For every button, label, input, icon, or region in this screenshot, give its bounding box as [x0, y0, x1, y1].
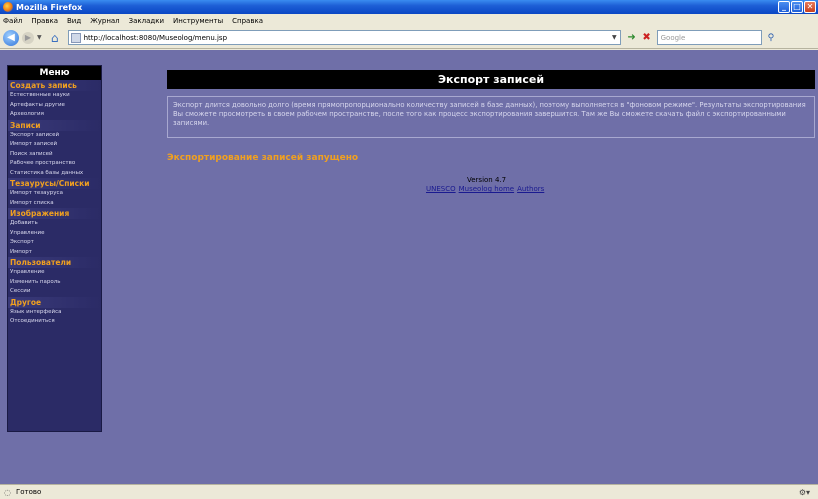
menu-tools[interactable]: Инструменты: [173, 17, 223, 25]
history-dropdown-icon[interactable]: ▼: [37, 34, 42, 41]
sidebar-group-records: Записи: [8, 119, 101, 131]
sidebar-item-change-password[interactable]: Изменить пароль: [8, 278, 101, 288]
sidebar-group-images: Изображения: [8, 208, 101, 219]
menu-help[interactable]: Справка: [232, 17, 263, 25]
go-arrow-icon[interactable]: ➜: [625, 31, 639, 45]
minimize-button[interactable]: _: [778, 1, 790, 13]
search-icon[interactable]: ⚲: [768, 33, 775, 43]
maximize-button[interactable]: □: [791, 1, 803, 13]
sidebar-item-manage-users[interactable]: Управление: [8, 268, 101, 278]
sidebar-item-import-records[interactable]: Импорт записей: [8, 140, 101, 150]
sidebar-group-other: Другое: [8, 296, 101, 308]
address-url[interactable]: http://localhost:8080/Museolog/menu.jsp: [84, 34, 227, 42]
sidebar-item-import-thesaurus[interactable]: Импорт тезауруса: [8, 189, 101, 199]
window-controls: _ □ ✕: [778, 1, 816, 13]
footer-links: UNESCO Museolog home Authors: [426, 185, 544, 193]
unesco-link[interactable]: UNESCO: [426, 185, 456, 193]
sidebar-item-logout[interactable]: Отсоединиться: [8, 317, 101, 327]
export-notice: Экспорт длится довольно долго (время пря…: [167, 96, 815, 138]
firefox-logo-icon: [3, 2, 13, 12]
search-placeholder: Google: [660, 33, 686, 42]
home-icon[interactable]: ⌂: [48, 31, 62, 45]
window-titlebar: Mozilla Firefox _ □ ✕: [0, 0, 818, 14]
sidebar-item-natural-sciences[interactable]: Естественные науки: [8, 91, 101, 101]
museolog-home-link[interactable]: Museolog home: [459, 185, 514, 193]
sidebar-item-add-image[interactable]: Добавить: [8, 219, 101, 229]
page-content: Меню Создать запись Естественные науки А…: [0, 50, 818, 484]
sidebar-item-export-images[interactable]: Экспорт: [8, 238, 101, 248]
navigation-toolbar: ◀ ▶ ▼ ⌂ http://localhost:8080/Museolog/m…: [0, 27, 818, 49]
statusbar-settings-icon[interactable]: ⚙▾: [799, 488, 810, 497]
menu-bookmarks[interactable]: Закладки: [129, 17, 164, 25]
sidebar-item-archaeology[interactable]: Археология: [8, 110, 101, 120]
page-favicon-icon: [70, 32, 81, 43]
menu-edit[interactable]: Правка: [31, 17, 58, 25]
sidebar-item-export-records[interactable]: Экспорт записей: [8, 131, 101, 141]
sidebar-item-db-statistics[interactable]: Статистика базы данных: [8, 169, 101, 179]
forward-button[interactable]: ▶: [22, 31, 34, 44]
sidebar-item-manage-images[interactable]: Управление: [8, 229, 101, 239]
version-label: Version 4.7: [467, 176, 507, 184]
sidebar-group-create: Создать запись: [8, 80, 101, 91]
url-dropdown-icon[interactable]: ▼: [612, 34, 617, 41]
address-bar[interactable]: http://localhost:8080/Museolog/menu.jsp …: [67, 30, 621, 45]
menu-view[interactable]: Вид: [67, 17, 81, 25]
window-title: Mozilla Firefox: [16, 2, 83, 12]
page-title: Экспорт записей: [167, 70, 815, 89]
sidebar-item-import-images[interactable]: Импорт: [8, 248, 101, 258]
status-icon: ◌: [4, 487, 11, 497]
sidebar-item-sessions[interactable]: Сессии: [8, 287, 101, 297]
export-status-message: Экспортирование записей запущено: [167, 153, 359, 163]
browser-statusbar: ◌ Готово ⚙▾: [0, 484, 818, 499]
sidebar-item-other-artefacts[interactable]: Артефакты другие: [8, 101, 101, 111]
sidebar-item-import-list[interactable]: Импорт списка: [8, 199, 101, 209]
sidebar-group-users: Пользователи: [8, 257, 101, 268]
menu-history[interactable]: Журнал: [90, 17, 119, 25]
stop-icon[interactable]: ✖: [641, 32, 653, 44]
sidebar-item-interface-language[interactable]: Язык интерфейса: [8, 308, 101, 318]
browser-menubar: Файл Правка Вид Журнал Закладки Инструме…: [0, 14, 818, 27]
back-button[interactable]: ◀: [3, 29, 19, 46]
sidebar-menu: Меню Создать запись Естественные науки А…: [7, 65, 102, 432]
status-text: Готово: [15, 488, 42, 496]
close-button[interactable]: ✕: [804, 1, 816, 13]
sidebar-item-workspace[interactable]: Рабочее пространство: [8, 159, 101, 169]
menu-file[interactable]: Файл: [3, 17, 22, 25]
search-input[interactable]: Google: [656, 30, 762, 45]
sidebar-item-search-records[interactable]: Поиск записей: [8, 150, 101, 160]
sidebar-group-thesauri: Тезаурусы/Списки: [8, 178, 101, 189]
authors-link[interactable]: Authors: [517, 185, 544, 193]
sidebar-title: Меню: [8, 66, 101, 80]
